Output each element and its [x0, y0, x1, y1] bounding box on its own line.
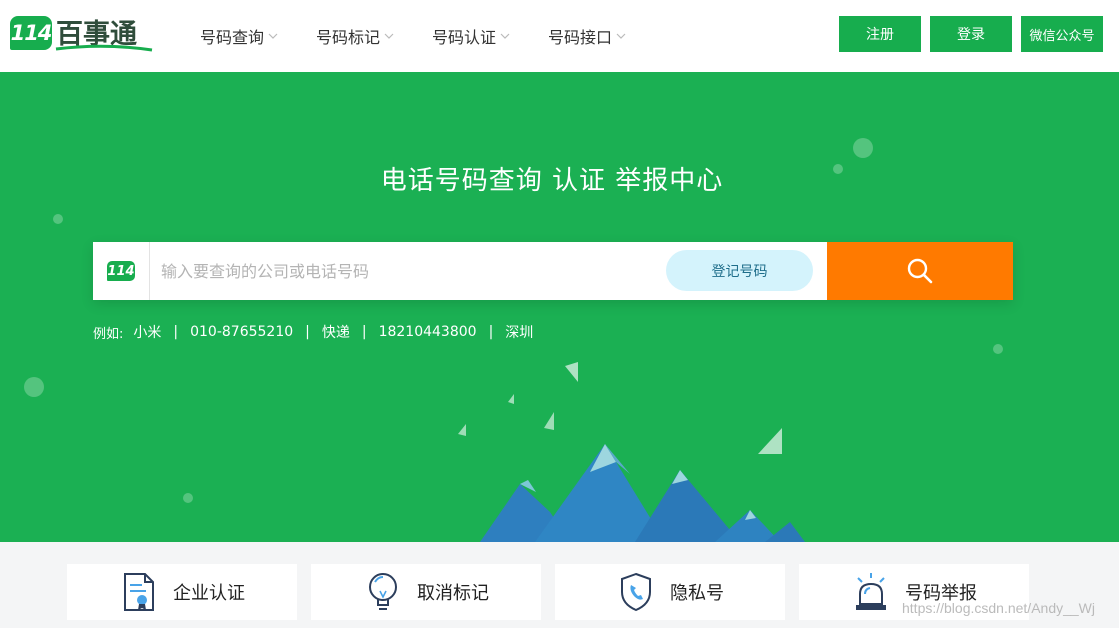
- nav-item-label: 号码标记: [316, 28, 381, 47]
- certificate-icon: [119, 571, 159, 613]
- example-separator: |: [488, 324, 494, 340]
- chevron-down-icon: [616, 33, 626, 39]
- nav-item-label: 号码接口: [548, 28, 613, 47]
- feature-label: 企业认证: [173, 583, 245, 604]
- example-link[interactable]: 010-87655210: [190, 324, 293, 340]
- login-button[interactable]: 登录: [930, 16, 1012, 52]
- example-separator: |: [361, 324, 367, 340]
- search-logo: 114: [93, 242, 150, 300]
- feature-card-enterprise-certify[interactable]: 企业认证: [67, 564, 297, 620]
- feature-label: 隐私号: [670, 583, 724, 604]
- register-button[interactable]: 注册: [839, 16, 921, 52]
- chevron-down-icon: [384, 33, 394, 39]
- decor-dot: [24, 377, 44, 397]
- search-examples: 例如: 小米 | 010-87655210 | 快递 | 18210443800…: [93, 322, 533, 342]
- search-icon: [907, 258, 933, 284]
- feature-card-cancel-mark[interactable]: 取消标记: [311, 564, 541, 620]
- mountains-illustration: [458, 362, 805, 542]
- logo-swoosh-icon: [55, 44, 153, 52]
- main-nav: 号码查询 号码标记 号码认证 号码接口: [200, 0, 664, 72]
- examples-label: 例如:: [93, 326, 124, 342]
- nav-item-number-api[interactable]: 号码接口: [548, 24, 626, 48]
- chevron-down-icon: [268, 33, 278, 39]
- feature-card-privacy-number[interactable]: 隐私号: [555, 564, 785, 620]
- alarm-light-icon: [851, 571, 891, 613]
- wechat-official-account-button[interactable]: 微信公众号: [1021, 16, 1103, 52]
- nav-item-label: 号码查询: [200, 28, 265, 47]
- decor-dot: [53, 214, 63, 224]
- search-box: 114 登记号码: [93, 242, 1013, 300]
- example-link[interactable]: 深圳: [505, 322, 533, 342]
- logo-badge: 114: [10, 16, 52, 50]
- hero-title: 电话号码查询 认证 举报中心: [380, 166, 724, 196]
- chevron-down-icon: [500, 33, 510, 39]
- register-number-button[interactable]: 登记号码: [666, 250, 813, 291]
- nav-item-number-mark[interactable]: 号码标记: [316, 24, 394, 48]
- shield-phone-icon: [616, 571, 656, 613]
- site-logo[interactable]: 114 百事通: [10, 14, 153, 52]
- watermark-text: https://blog.csdn.net/Andy__Wj: [902, 600, 1095, 616]
- example-separator: |: [305, 324, 310, 340]
- search-logo-badge: 114: [107, 261, 135, 281]
- nav-item-number-query[interactable]: 号码查询: [200, 24, 278, 48]
- search-input[interactable]: [151, 242, 651, 300]
- feature-label: 取消标记: [417, 583, 489, 604]
- decor-dot: [853, 138, 873, 158]
- lightbulb-icon: [363, 571, 403, 613]
- example-link[interactable]: 18210443800: [379, 324, 477, 340]
- example-separator: |: [173, 324, 179, 340]
- example-link[interactable]: 小米: [133, 322, 161, 342]
- hero-section: 电话号码查询 认证 举报中心 114 登记号码 例如: 小米 | 010-876…: [0, 72, 1119, 542]
- decor-dot: [183, 493, 193, 503]
- top-header: 114 百事通 号码查询 号码标记 号码认证 号码接口 注册 登录 微信公众号: [0, 0, 1119, 72]
- decor-dot: [993, 344, 1003, 354]
- example-link[interactable]: 快递: [322, 322, 350, 342]
- nav-item-number-certify[interactable]: 号码认证: [432, 24, 510, 48]
- nav-item-label: 号码认证: [432, 28, 497, 47]
- search-button[interactable]: [827, 242, 1013, 300]
